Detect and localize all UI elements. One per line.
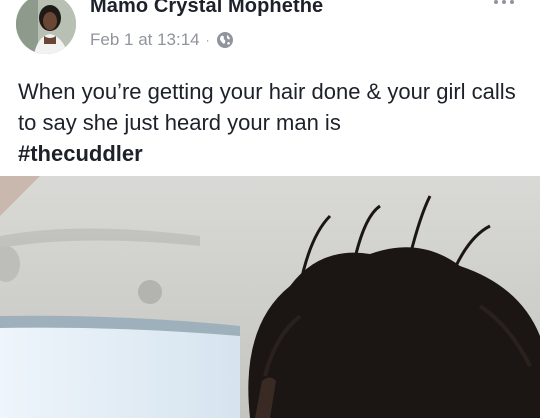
author-avatar[interactable] [16, 0, 76, 54]
post-text: When you’re getting your hair done & you… [18, 76, 518, 169]
post-meta: Feb 1 at 13:14 · [90, 30, 234, 50]
globe-icon[interactable] [216, 31, 234, 49]
menu-dot [494, 0, 498, 4]
menu-dot [502, 0, 506, 4]
author-name[interactable]: Mamo Crystal Mophethe [90, 0, 323, 18]
facebook-post: Mamo Crystal Mophethe Feb 1 at 13:14 · W… [0, 0, 540, 418]
post-body: When you’re getting your hair done & you… [18, 79, 516, 135]
post-timestamp[interactable]: Feb 1 at 13:14 [90, 30, 200, 50]
hashtag-link[interactable]: #thecuddler [18, 141, 143, 166]
meta-separator: · [205, 33, 210, 47]
menu-dot [510, 0, 514, 4]
avatar-image [16, 0, 76, 54]
selfie-image [0, 176, 540, 418]
post-photo[interactable] [0, 176, 540, 418]
more-options-icon[interactable] [494, 0, 514, 4]
